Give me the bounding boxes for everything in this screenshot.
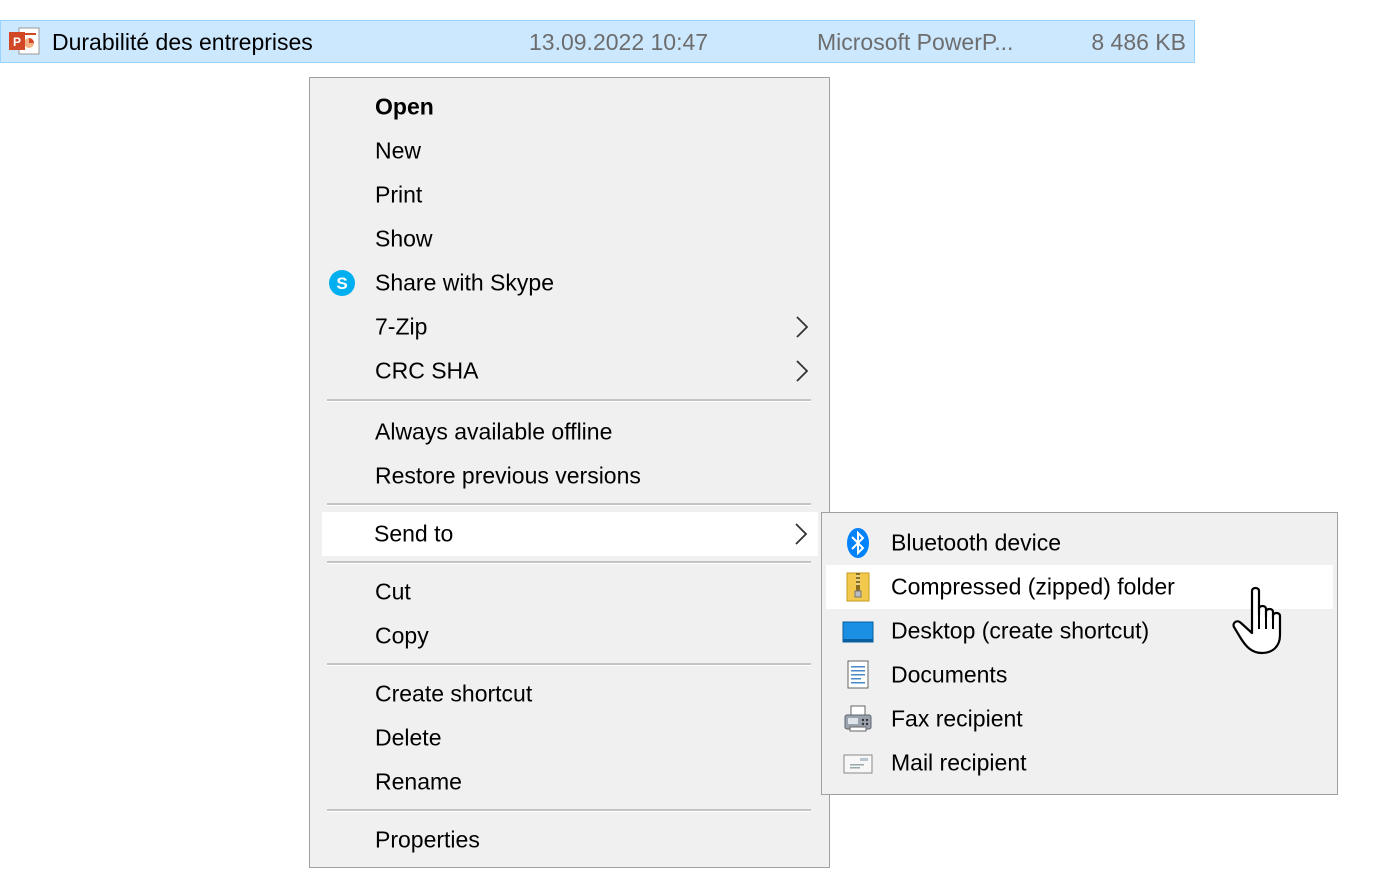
send-to-fax[interactable]: Fax recipient xyxy=(822,697,1337,741)
hand-pointer-cursor-icon xyxy=(1232,586,1282,655)
menu-item-delete[interactable]: Delete xyxy=(310,716,829,760)
menu-separator xyxy=(327,809,811,812)
menu-item-label: Share with Skype xyxy=(375,269,554,296)
svg-text:S: S xyxy=(336,274,347,293)
menu-item-label: 7-Zip xyxy=(375,313,428,340)
menu-item-restore-versions[interactable]: Restore previous versions xyxy=(310,454,829,498)
submenu-item-label: Bluetooth device xyxy=(891,529,1062,556)
menu-separator xyxy=(327,399,811,402)
chevron-right-icon xyxy=(796,360,809,382)
menu-item-label: Show xyxy=(375,225,433,252)
skype-icon: S xyxy=(329,270,355,296)
file-name: Durabilité des entreprises xyxy=(52,29,313,55)
menu-item-label: Cut xyxy=(375,578,411,605)
menu-item-cut[interactable]: Cut xyxy=(310,570,829,614)
menu-separator xyxy=(327,503,811,506)
menu-item-rename[interactable]: Rename xyxy=(310,760,829,804)
file-size: 8 486 KB xyxy=(1091,29,1186,55)
menu-separator xyxy=(327,561,811,564)
menu-item-label: Restore previous versions xyxy=(375,462,641,489)
send-to-mail[interactable]: Mail recipient xyxy=(822,741,1337,785)
menu-item-crc-sha[interactable]: CRC SHA xyxy=(310,349,829,393)
chevron-right-icon xyxy=(796,316,809,338)
mail-icon xyxy=(843,754,873,774)
submenu-item-label: Compressed (zipped) folder xyxy=(891,573,1175,600)
menu-item-7zip[interactable]: 7-Zip xyxy=(310,305,829,349)
documents-icon xyxy=(847,660,869,689)
menu-item-label: Print xyxy=(375,181,423,208)
file-type: Microsoft PowerP... xyxy=(817,29,1014,55)
submenu-item-label: Desktop (create shortcut) xyxy=(891,617,1150,644)
menu-item-open[interactable]: Open xyxy=(310,85,829,129)
menu-item-label: CRC SHA xyxy=(375,357,479,384)
file-row[interactable]: P Durabilité des entreprises 13.09.2022 … xyxy=(0,20,1195,63)
menu-item-properties[interactable]: Properties xyxy=(310,818,829,862)
send-to-bluetooth[interactable]: Bluetooth device xyxy=(822,521,1337,565)
menu-item-label: Send to xyxy=(374,520,454,547)
menu-item-print[interactable]: Print xyxy=(310,173,829,217)
menu-item-label: Rename xyxy=(375,768,462,795)
send-to-documents[interactable]: Documents xyxy=(822,653,1337,697)
menu-item-label: Copy xyxy=(375,622,429,649)
menu-item-label: Create shortcut xyxy=(375,680,533,707)
bluetooth-icon xyxy=(847,528,869,558)
menu-item-new[interactable]: New xyxy=(310,129,829,173)
submenu-item-label: Documents xyxy=(891,661,1008,688)
submenu-item-label: Mail recipient xyxy=(891,749,1027,776)
fax-icon xyxy=(844,705,872,732)
menu-item-always-offline[interactable]: Always available offline xyxy=(310,410,829,454)
svg-text:P: P xyxy=(13,35,21,49)
menu-item-label: Delete xyxy=(375,724,442,751)
zip-folder-icon xyxy=(846,572,870,602)
chevron-right-icon xyxy=(795,523,808,545)
file-date-modified: 13.09.2022 10:47 xyxy=(529,29,709,55)
menu-item-show[interactable]: Show xyxy=(310,217,829,261)
menu-separator xyxy=(327,663,811,666)
menu-item-label: Always available offline xyxy=(375,418,613,445)
menu-item-share-skype[interactable]: S Share with Skype xyxy=(310,261,829,305)
context-menu: Open New Print Show S Share with Skype 7… xyxy=(309,77,830,868)
menu-item-copy[interactable]: Copy xyxy=(310,614,829,658)
menu-item-create-shortcut[interactable]: Create shortcut xyxy=(310,672,829,716)
menu-item-label: New xyxy=(375,137,422,164)
menu-item-label: Open xyxy=(375,93,434,120)
menu-item-label: Properties xyxy=(375,826,480,853)
powerpoint-file-icon: P xyxy=(9,27,40,55)
submenu-item-label: Fax recipient xyxy=(891,705,1023,732)
menu-item-send-to[interactable]: Send to xyxy=(322,512,818,556)
desktop-icon xyxy=(842,621,874,643)
